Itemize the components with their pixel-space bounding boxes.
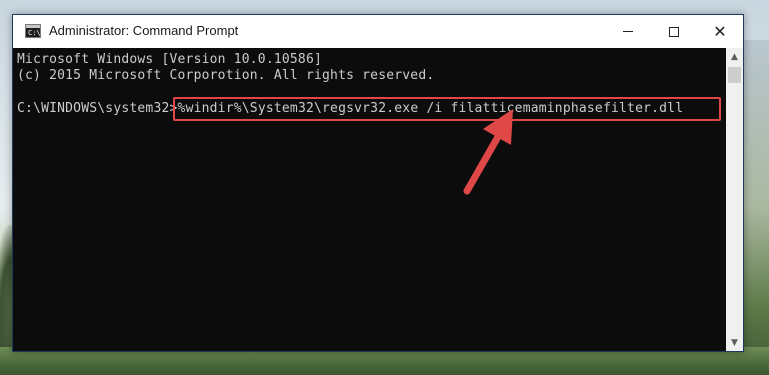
command-highlight-box bbox=[173, 97, 721, 121]
vertical-scrollbar[interactable]: ▲ ▼ bbox=[726, 48, 743, 351]
scroll-thumb[interactable] bbox=[728, 67, 741, 83]
console-prompt: C:\WINDOWS\system32> bbox=[17, 101, 178, 116]
scroll-up-icon[interactable]: ▲ bbox=[726, 48, 743, 65]
window-title: Administrator: Command Prompt bbox=[49, 23, 239, 38]
console-line-version: Microsoft Windows [Version 10.0.10586] bbox=[17, 52, 323, 67]
console-output[interactable]: Microsoft Windows [Version 10.0.10586] (… bbox=[13, 48, 726, 351]
close-icon: ✕ bbox=[713, 22, 727, 41]
console-line-copyright: (c) 2015 Microsoft Corporotion. All righ… bbox=[17, 68, 435, 83]
title-bar[interactable]: C:\ Administrator: Command Prompt ✕ bbox=[13, 15, 743, 48]
cmd-icon[interactable]: C:\ bbox=[25, 24, 41, 38]
red-arrow-icon bbox=[463, 109, 513, 195]
minimize-button[interactable] bbox=[605, 15, 651, 48]
maximize-button[interactable] bbox=[651, 15, 697, 48]
command-prompt-window: C:\ Administrator: Command Prompt ✕ Micr… bbox=[12, 14, 744, 352]
close-button[interactable]: ✕ bbox=[697, 15, 743, 48]
minimize-icon bbox=[623, 31, 633, 32]
maximize-icon bbox=[669, 26, 679, 37]
scroll-down-icon[interactable]: ▼ bbox=[726, 334, 743, 351]
